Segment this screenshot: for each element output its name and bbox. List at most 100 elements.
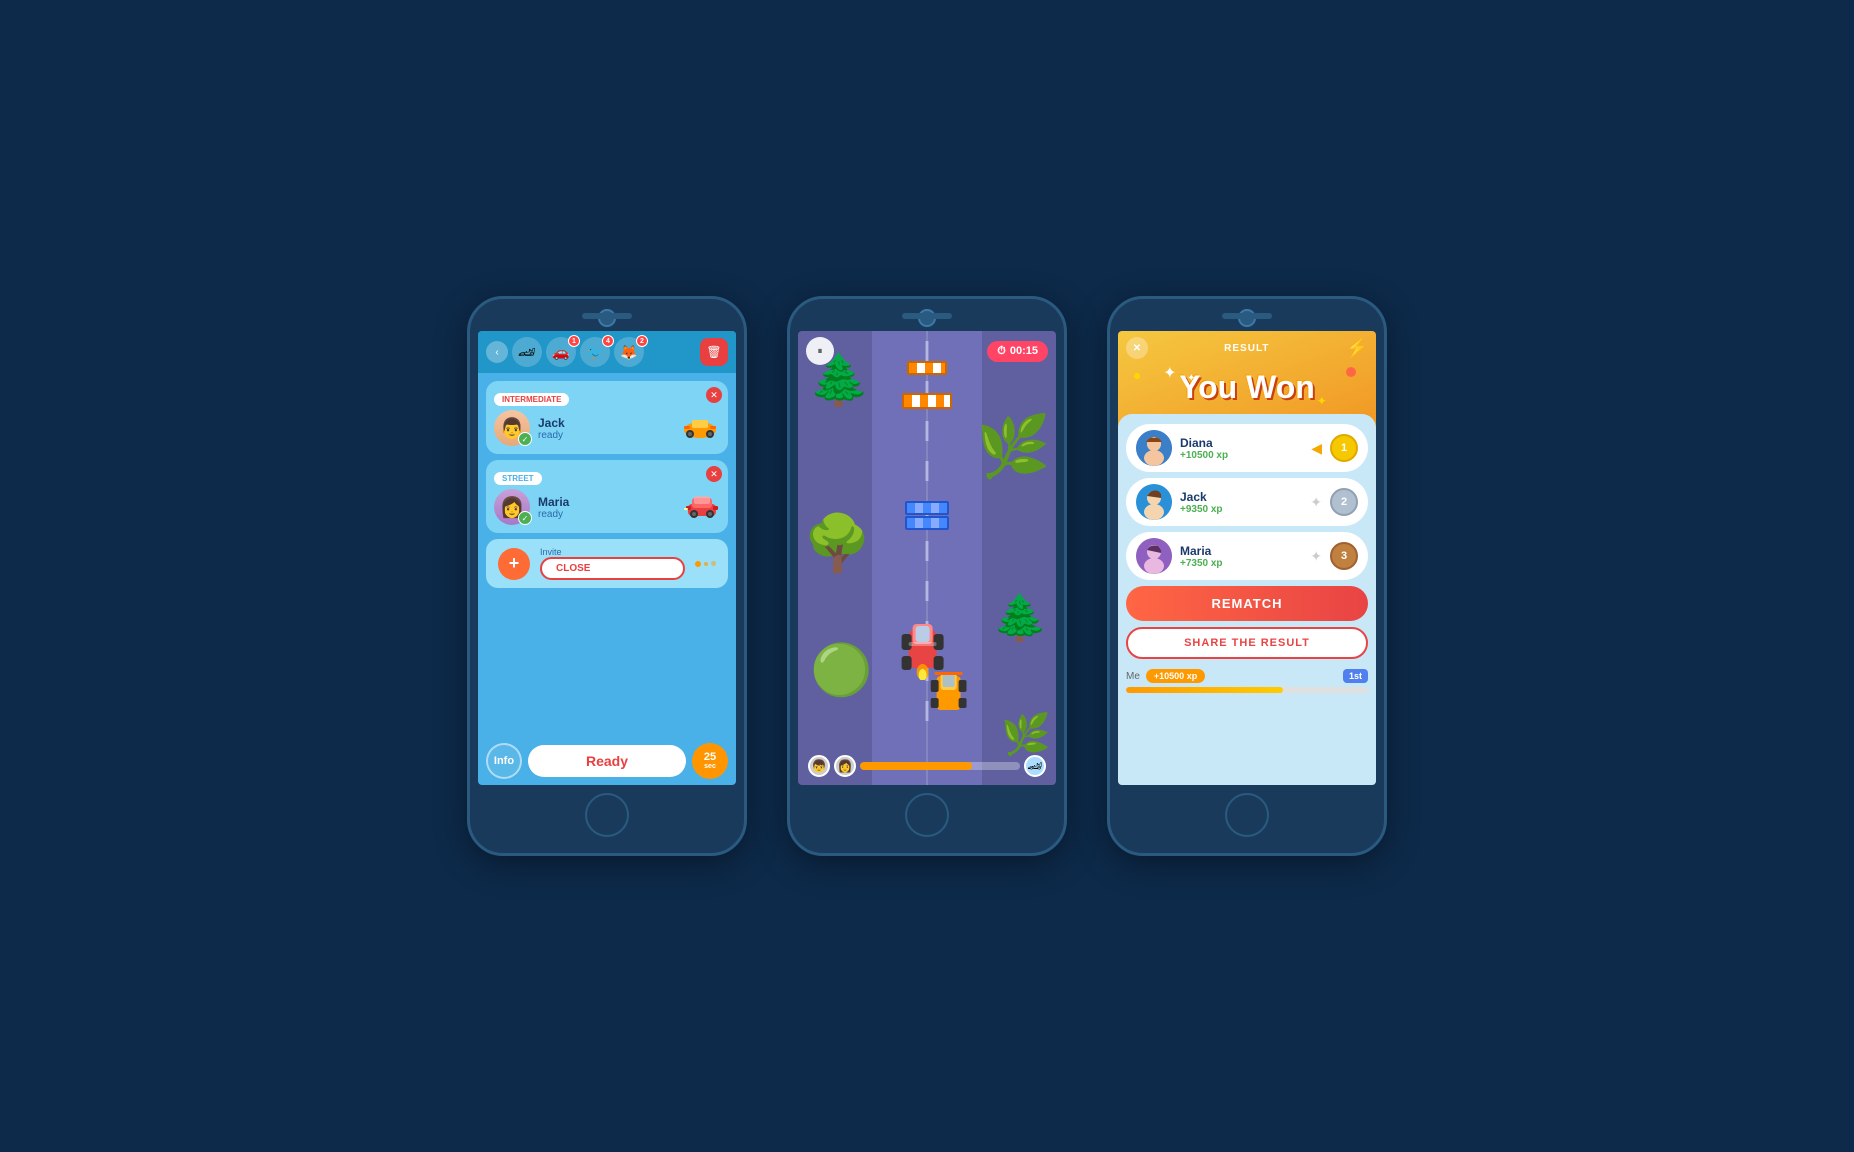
me-label: Me (1126, 671, 1140, 682)
deco-circle-1 (1346, 367, 1356, 377)
diana-name: Diana (1180, 436, 1303, 450)
invite-plus-button[interactable]: + (498, 548, 530, 580)
avatar-wrap-1: 🏎 (512, 337, 542, 367)
diana-info: Diana +10500 xp (1180, 436, 1303, 461)
bush-1: 🌳 (803, 511, 871, 576)
rematch-button[interactable]: REMATCH (1126, 586, 1368, 621)
phone-speaker (582, 313, 632, 319)
lobby-header: ‹ 🏎 🚗 1 🐦 4 🦊 2 🗑 (478, 331, 736, 373)
invite-card: + Invite CLOSE (486, 539, 728, 588)
maria-info: Maria ready (538, 495, 676, 520)
deco-circle-2 (1134, 373, 1140, 379)
game-progress-bar: 👦 👩 🏎 (798, 755, 1056, 777)
jack-check: ✓ (518, 432, 532, 446)
result-row-diana: Diana +10500 xp ◀ 1 (1126, 424, 1368, 472)
pause-button[interactable]: ⏸ (806, 337, 834, 365)
invite-label: Invite (540, 547, 685, 557)
phone1-screen: ‹ 🏎 🚗 1 🐦 4 🦊 2 🗑 (478, 331, 736, 785)
result-header: ✕ RESULT ⚡ (1118, 331, 1376, 365)
maria-medal: 3 (1330, 542, 1358, 570)
maria-card-close[interactable]: ✕ (706, 466, 722, 482)
timer-badge: ⏱ 00:15 (987, 341, 1048, 362)
jack-result-avatar (1136, 484, 1172, 520)
star-deco-1: ✦ (1163, 363, 1176, 383)
bush-3: 🌿 (1001, 711, 1051, 758)
jack-result-name: Jack (1180, 490, 1302, 504)
jack-status: ready (538, 430, 672, 441)
obstacle-block (905, 501, 949, 530)
progress-track (860, 762, 1020, 770)
jack-medal: 2 (1330, 488, 1358, 516)
barrier-mid-bar (902, 393, 952, 409)
result-row-jack: Jack +9350 xp ✦ 2 (1126, 478, 1368, 526)
dot-2 (704, 562, 708, 566)
star-deco-2: ✦ (1317, 394, 1327, 408)
diana-xp: +10500 xp (1180, 450, 1303, 461)
result-screen: ✕ RESULT ⚡ ✦ ✦ ✦ You Won (1118, 331, 1376, 785)
maria-result-avatar (1136, 538, 1172, 574)
jack-card-close[interactable]: ✕ (706, 387, 722, 403)
ready-button[interactable]: Ready (528, 745, 686, 777)
jack-name: Jack (538, 416, 672, 430)
phone-speaker-3 (1222, 313, 1272, 319)
maria-difficulty-label: STREET (494, 472, 542, 485)
diana-medal-rank: 1 (1341, 442, 1347, 454)
header-avatar-1: 🏎 (512, 337, 542, 367)
trash-button[interactable]: 🗑 (700, 338, 728, 366)
result-content: Diana +10500 xp ◀ 1 (1118, 414, 1376, 785)
jack-result-svg (1136, 484, 1172, 520)
maria-card-row: 👩 ✓ Maria ready (494, 489, 720, 525)
maria-check: ✓ (518, 511, 532, 525)
player3-avatar-sm: 🏎 (1024, 755, 1046, 777)
maria-name: Maria (538, 495, 676, 509)
jack-card: ✕ INTERMEDIATE 👨 ✓ Jack ready (486, 381, 728, 454)
maria-card: ✕ STREET 👩 ✓ Maria ready (486, 460, 728, 533)
timer-display: 25 sec (692, 743, 728, 779)
jack-card-row: 👨 ✓ Jack ready (494, 410, 720, 446)
phone-speaker-2 (902, 313, 952, 319)
invite-close-button[interactable]: CLOSE (540, 557, 685, 580)
badge-1: 1 (568, 335, 580, 347)
maria-medal-rank: 3 (1341, 550, 1347, 562)
lobby-screen: ‹ 🏎 🚗 1 🐦 4 🦊 2 🗑 (478, 331, 736, 785)
avatar-wrap-4: 🦊 2 (614, 337, 644, 367)
obstacle-bar-1 (905, 501, 949, 515)
maria-result-name: Maria (1180, 544, 1302, 558)
me-section: Me +10500 xp 1st (1126, 669, 1368, 693)
me-xp-bar (1126, 687, 1368, 693)
timer-unit: sec (704, 763, 716, 770)
you-won-text: You Won (1179, 369, 1315, 405)
avatar-wrap-2: 🚗 1 (546, 337, 576, 367)
jack-result-info: Jack +9350 xp (1180, 490, 1302, 515)
phone2-screen-wrap: 🌲 🌿 🌳 🌲 🟢 🌿 (798, 331, 1056, 785)
diana-arrow-icon: ◀ (1311, 440, 1322, 457)
maria-car (684, 490, 720, 525)
phone3-screen-wrap: ✕ RESULT ⚡ ✦ ✦ ✦ You Won (1118, 331, 1376, 785)
jack-star-icon: ✦ (1310, 494, 1322, 511)
jack-result-xp: +9350 xp (1180, 504, 1302, 515)
phone-game: 🌲 🌿 🌳 🌲 🟢 🌿 (787, 296, 1067, 856)
phone-lobby: ‹ 🏎 🚗 1 🐦 4 🦊 2 🗑 (467, 296, 747, 856)
info-button[interactable]: Info (486, 743, 522, 779)
jack-medal-rank: 2 (1341, 496, 1347, 508)
progress-fill (860, 762, 972, 770)
star-deco-3: ✦ (1187, 373, 1195, 384)
bush-2: 🟢 (810, 641, 872, 700)
opponent-car-svg (931, 668, 967, 720)
share-result-button[interactable]: SHARE THE RESULT (1126, 627, 1368, 659)
back-button[interactable]: ‹ (486, 341, 508, 363)
result-close-button[interactable]: ✕ (1126, 337, 1148, 359)
opponent-car (931, 668, 967, 725)
jack-difficulty-label: INTERMEDIATE (494, 393, 569, 406)
game-hud: ⏸ ⏱ 00:15 (798, 337, 1056, 365)
avatar-wrap-3: 🐦 4 (580, 337, 610, 367)
diana-avatar-svg (1136, 430, 1172, 466)
result-title: RESULT (1148, 343, 1346, 354)
maria-status: ready (538, 509, 676, 520)
player2-avatar-sm: 👩 (834, 755, 856, 777)
dot-1 (695, 561, 701, 567)
invite-dots (695, 561, 716, 567)
result-row-maria: Maria +7350 xp ✦ 3 (1126, 532, 1368, 580)
timer-icon: ⏱ (997, 345, 1006, 358)
me-xp-badge: +10500 xp (1146, 669, 1205, 683)
